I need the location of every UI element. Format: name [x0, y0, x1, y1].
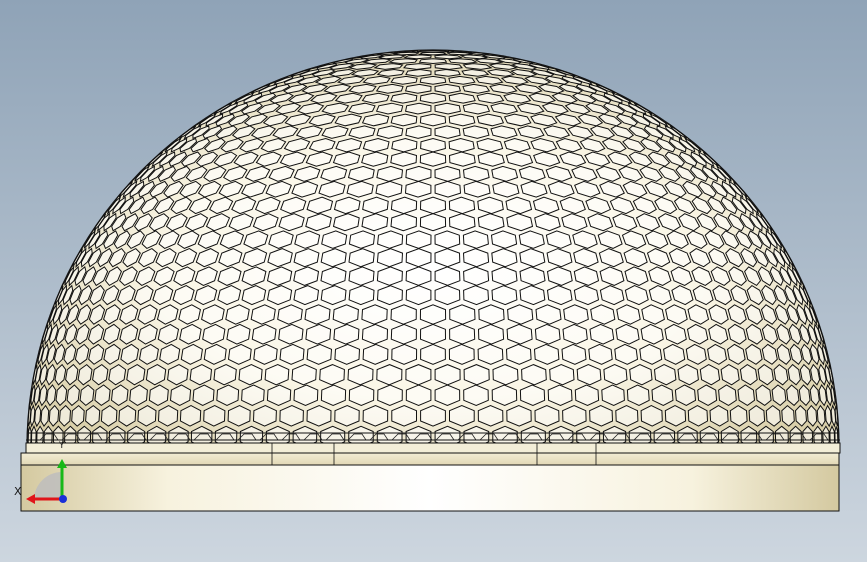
hexagon-cell — [434, 125, 461, 139]
hexagon-cell — [403, 54, 432, 60]
hexagon-cell — [434, 83, 462, 94]
hexagon-cell — [420, 137, 446, 153]
hexagon-cell — [419, 75, 447, 85]
hexagon-cell — [419, 92, 447, 104]
hexagon-cell — [420, 405, 446, 427]
hexagon-cell — [391, 405, 417, 427]
hexagon-cell — [448, 75, 476, 85]
hexagon-cell — [434, 68, 461, 77]
hexagon-cell — [404, 83, 432, 94]
hexagon-cell — [434, 364, 461, 386]
hexagon-cell — [419, 304, 447, 325]
hexagon-cell — [405, 125, 432, 139]
3d-model-view[interactable] — [0, 0, 867, 562]
hexagon-cell — [418, 58, 448, 65]
hexagon-cell — [388, 58, 418, 65]
hexagon-cell — [390, 75, 418, 85]
base-plate — [20, 464, 840, 512]
hexagon-cell — [405, 230, 432, 249]
hexagon-cell — [420, 343, 446, 365]
hexagon-cell — [434, 54, 463, 60]
hexagon-cell — [419, 196, 447, 215]
y-axis-label: Y — [59, 441, 65, 451]
graphics-viewport[interactable]: X Y — [0, 0, 867, 562]
hexagon-cell — [449, 405, 475, 427]
hexagon-cell — [434, 63, 463, 70]
hexagon-cell — [434, 102, 461, 115]
hexagon-cell — [434, 165, 461, 182]
z-axis-dot — [59, 495, 67, 503]
hexagon-cell — [403, 63, 432, 70]
hexagon-cell — [419, 323, 447, 345]
hexagon-cell — [405, 165, 432, 182]
hexagon-cell — [405, 364, 432, 386]
x-axis-label: X — [14, 485, 22, 498]
dome-shell — [26, 49, 840, 448]
hexagon-cell — [405, 68, 432, 77]
hexagon-cell — [434, 230, 461, 249]
hexagon-cell — [448, 58, 478, 65]
hexagon-cell — [405, 102, 432, 115]
hexagon-cell — [419, 213, 447, 232]
hexagon-cell — [419, 113, 447, 127]
base-plate-top — [20, 452, 840, 466]
hexagon-cell — [419, 151, 447, 167]
